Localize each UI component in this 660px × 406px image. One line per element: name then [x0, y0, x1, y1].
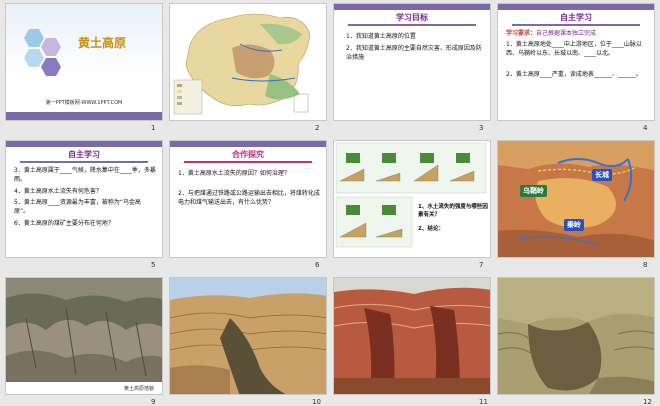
question-item: 1．黄土高原地处____中上游地区，位于____山脉以西、乌鞘岭以东、长城以南、…	[506, 41, 642, 57]
slide-thumbnail-12[interactable]	[497, 277, 655, 395]
slide-number: 11	[479, 398, 488, 406]
slide-number: 1	[151, 124, 156, 132]
slide-title: 自主学习	[68, 150, 100, 159]
question-item: 2．与把煤通过铁路或公路运输出去相比，将煤转化成电力和煤气输送出去，有什么优势？	[178, 190, 320, 206]
question-item: 1、水土流失的强度与哪些因素有关？	[418, 204, 488, 218]
title-underline	[512, 24, 640, 26]
title-underline	[20, 161, 148, 163]
experiment-diagram	[334, 141, 490, 257]
slide-number: 12	[643, 398, 652, 406]
conclusion-label: 2、结论：	[418, 226, 444, 232]
slide-thumbnail-9[interactable]: 黄土高原地貌	[5, 277, 163, 395]
slide-number: 2	[315, 124, 320, 132]
red-canyon-photo	[334, 278, 490, 394]
slide-number: 6	[315, 261, 320, 269]
china-map-image	[170, 4, 326, 120]
slide-title: 黄土高原	[78, 36, 127, 50]
objective-item: 1．我知道黄土高原的位置	[346, 33, 416, 40]
title-underline	[184, 161, 312, 163]
requirement-text: 自己根据课本独立完成	[536, 30, 597, 37]
slide-thumbnail-5[interactable]: 自主学习 3．黄土高原属于____气候，降水集中在____季，多暴雨。 4．黄土…	[5, 140, 163, 258]
slide-number: 10	[312, 398, 321, 406]
slide-top-bar	[170, 141, 326, 147]
question-item: 1．黄土高原水土流失的原因？如何治理？	[178, 170, 290, 177]
slide-grid: 黄土高原 第一PPT模板网-WWW.1PPT.COM 1 2 学习目标 1．我知…	[0, 0, 660, 406]
terraced-valley-photo	[170, 278, 326, 394]
slide-title: 合作探究	[232, 150, 264, 159]
question-item: 3．黄土高原属于____气候，降水集中在____季，多暴雨。	[14, 167, 156, 183]
hexagon-decoration	[24, 29, 61, 76]
objective-item: 2．我知道黄土高原的主要自然灾害、形成原因及防治措施	[346, 45, 482, 61]
slide-number: 8	[643, 261, 648, 269]
slide-title: 自主学习	[560, 13, 592, 22]
question-item: 4．黄土高原水土流失有何危害？	[14, 188, 102, 195]
loess-gully-photo	[498, 278, 654, 394]
slide-number: 7	[479, 261, 484, 269]
requirement-line: 学习要求：自己根据课本独立完成	[506, 29, 651, 38]
question-item: 5．黄土高原____资源最为丰富，被称为“乌金高原”。	[14, 199, 141, 215]
slide-top-bar	[498, 4, 654, 10]
slide-thumbnail-6[interactable]: 合作探究 1．黄土高原水土流失的原因？如何治理？ 2．与把煤通过铁路或公路运输出…	[169, 140, 327, 258]
slide-thumbnail-2[interactable]	[169, 3, 327, 121]
slide-thumbnail-3[interactable]: 学习目标 1．我知道黄土高原的位置 2．我知道黄土高原的主要自然灾害、形成原因及…	[333, 3, 491, 121]
map-label-wushaoling: 乌鞘岭	[520, 185, 547, 197]
slide-bottom-bar	[6, 112, 162, 120]
slide-top-bar	[334, 4, 490, 10]
loess-plateau-map	[498, 141, 654, 257]
question-item: 6．黄土高原的煤矿主要分布在何地？	[14, 220, 114, 227]
slide-number: 3	[479, 124, 484, 132]
question-item: 2．黄土高原____严重，读成地表______、______。	[506, 71, 642, 78]
slide-thumbnail-7[interactable]: 1、水土流失的强度与哪些因素有关？ 2、结论：	[333, 140, 491, 258]
title-underline	[348, 24, 476, 26]
eroded-hills-photo	[6, 278, 162, 394]
slide-number: 4	[643, 124, 648, 132]
slide-number: 5	[151, 261, 156, 269]
slide-thumbnail-10[interactable]	[169, 277, 327, 395]
slide-thumbnail-8[interactable]: 乌鞘岭 长城 秦岭	[497, 140, 655, 258]
slide-thumbnail-4[interactable]: 自主学习 学习要求：自己根据课本独立完成 1．黄土高原地处____中上游地区，位…	[497, 3, 655, 121]
slide-thumbnail-11[interactable]	[333, 277, 491, 395]
slide-number: 9	[151, 398, 156, 406]
slide-top-bar	[6, 141, 162, 147]
map-label-qinling: 秦岭	[564, 219, 584, 231]
requirement-label: 学习要求：	[506, 30, 537, 37]
map-label-great-wall: 长城	[592, 169, 612, 181]
slide-thumbnail-1[interactable]: 黄土高原 第一PPT模板网-WWW.1PPT.COM	[5, 3, 163, 121]
slide-footer: 第一PPT模板网-WWW.1PPT.COM	[45, 100, 123, 106]
slide-title: 学习目标	[396, 13, 428, 22]
photo-caption: 黄土高原地貌	[123, 386, 154, 392]
